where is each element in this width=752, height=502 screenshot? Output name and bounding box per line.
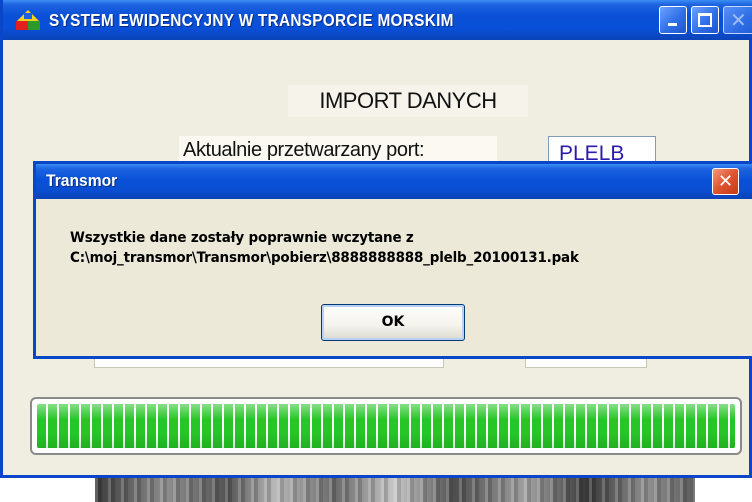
dialog-message-path: C:\moj_transmor\Transmor\pobierz\8888888… bbox=[70, 250, 579, 266]
close-icon: ✕ bbox=[717, 171, 734, 192]
progress-fill bbox=[37, 404, 735, 448]
dialog-titlebar[interactable]: Transmor ✕ bbox=[36, 164, 752, 199]
progress-bar bbox=[30, 397, 742, 455]
window-close-button[interactable]: ✕ bbox=[723, 6, 752, 34]
ok-button[interactable]: OK bbox=[321, 304, 465, 341]
maximize-icon bbox=[698, 13, 712, 27]
main-titlebar[interactable]: SYSTEM EWIDENCYJNY W TRANSPORCIE MORSKIM… bbox=[3, 0, 752, 40]
app-logo-icon bbox=[16, 10, 40, 30]
minimize-button[interactable] bbox=[659, 6, 687, 34]
message-dialog: Transmor ✕ Wszystkie dane zostały popraw… bbox=[33, 161, 752, 359]
dialog-message-line-1: Wszystkie dane zostały poprawnie wczytan… bbox=[70, 230, 414, 246]
import-heading: IMPORT DANYCH bbox=[288, 85, 528, 117]
window-title: SYSTEM EWIDENCYJNY W TRANSPORCIE MORSKIM bbox=[49, 10, 454, 30]
close-icon: ✕ bbox=[730, 8, 747, 32]
background-photo bbox=[95, 478, 695, 502]
minimize-icon bbox=[668, 23, 677, 26]
dialog-title: Transmor bbox=[46, 171, 118, 190]
current-port-label: Aktualnie przetwarzany port: bbox=[179, 136, 497, 164]
dialog-close-button[interactable]: ✕ bbox=[712, 168, 739, 195]
maximize-button[interactable] bbox=[691, 6, 719, 34]
current-port-value: PLELB bbox=[548, 136, 656, 164]
